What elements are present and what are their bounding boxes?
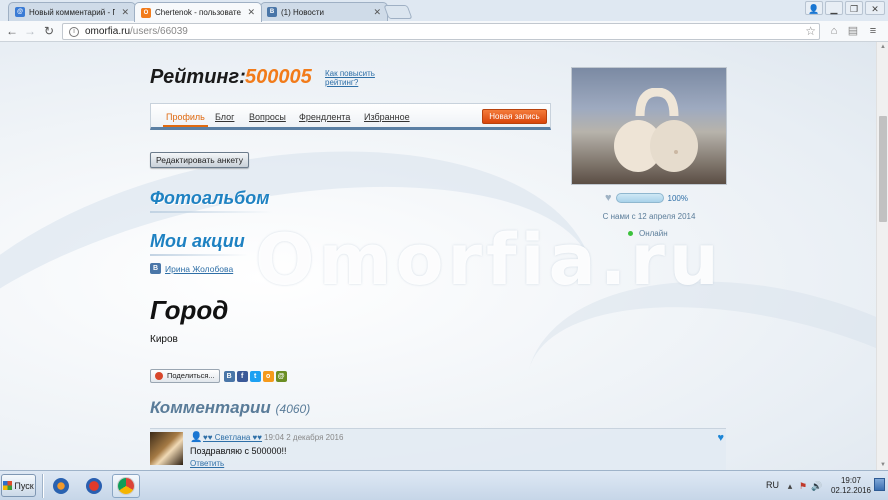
vk-share-icon[interactable]: B (223, 370, 235, 382)
page-viewport: Omorfia.ru Рейтинг: 500005 Как повысить … (0, 42, 876, 470)
my-promos-heading[interactable]: Мои акции (150, 231, 248, 256)
bookmark-star-icon[interactable]: ☆ (805, 24, 816, 38)
app-icon (86, 478, 102, 494)
taskbar-media-player[interactable] (47, 474, 75, 498)
odnoklassniki-share-icon[interactable]: o (262, 370, 274, 382)
user-icon[interactable]: 👤 (805, 1, 823, 15)
comments-heading: Комментарии (4060) (150, 398, 310, 418)
tab-title: (1) Новости (281, 7, 324, 17)
system-clock[interactable]: 19:07 02.12.2016 (829, 476, 873, 496)
windows-logo-icon (3, 481, 13, 490)
forward-button[interactable]: → (22, 23, 38, 39)
share-row: Поделиться... B f t o @ (150, 369, 289, 383)
vk-profile-link[interactable]: B Ирина Жолобова (150, 263, 233, 274)
mail-icon: @ (15, 7, 25, 17)
start-button[interactable]: Пуск (1, 474, 36, 497)
info-icon[interactable]: i (69, 26, 79, 37)
comments-heading-label: Комментарии (150, 398, 271, 417)
vk-icon: B (267, 7, 277, 17)
chrome-icon (118, 478, 134, 494)
facebook-share-icon[interactable]: f (236, 370, 248, 382)
minimize-button[interactable]: ▁ (825, 1, 843, 15)
comment-item: 👤 ♥♥ Светлана ♥♥ 19:04 2 декабря 2016 По… (150, 428, 726, 470)
scroll-up-icon[interactable]: ▲ (877, 42, 888, 52)
menu-icon[interactable]: ≡ (866, 24, 880, 38)
start-label: Пуск (14, 480, 34, 491)
language-indicator[interactable]: RU (766, 480, 779, 490)
clock-time: 19:07 (840, 476, 862, 485)
profile-content: Рейтинг: 500005 Как повысить рейтинг? Пр… (150, 42, 726, 470)
media-player-icon (53, 478, 69, 494)
profile-tabs: Профиль Блог Вопросы Френдлента Избранно… (150, 103, 551, 130)
url-host: omorfia.ru (85, 26, 131, 37)
scroll-down-icon[interactable]: ▼ (877, 460, 888, 470)
share-icon (155, 372, 163, 380)
tab-questions[interactable]: Вопросы (249, 112, 286, 122)
user-icon: 👤 (190, 432, 203, 443)
comment-text: Поздравляю с 500000!! (190, 446, 287, 456)
how-to-improve-rating-link[interactable]: Как повысить рейтинг? (325, 69, 385, 87)
browser-tab-strip: @ Новый комментарий - Поч ✕ O Chertenok … (0, 0, 888, 22)
tab-omorfia[interactable]: O Chertenok - пользовател ✕ (134, 2, 262, 22)
tab-title: Chertenok - пользовател (155, 8, 242, 17)
tab-blog[interactable]: Блог (215, 112, 234, 122)
security-tray-icon[interactable]: ⚑ (798, 481, 808, 491)
extension-icon[interactable]: ⌂ (827, 24, 841, 38)
tab-favorites[interactable]: Избранное (364, 112, 410, 122)
maximize-button[interactable]: ❐ (845, 1, 863, 15)
edit-profile-button[interactable]: Редактировать анкету (150, 152, 249, 168)
tray-arrow-icon[interactable]: ▴ (785, 481, 795, 491)
city-heading: Город (150, 295, 229, 325)
moimir-share-icon[interactable]: @ (275, 370, 287, 382)
tab-friend-feed[interactable]: Френдлента (299, 112, 350, 122)
tab-vk-news[interactable]: B (1) Новости ✕ (260, 2, 388, 21)
windows-taskbar: Пуск RU ▴ ⚑ 🔊 19:07 02.12.2016 (0, 470, 888, 500)
omorfia-icon: O (141, 7, 151, 18)
close-window-button[interactable]: ✕ (865, 1, 885, 15)
url-path: /users/66039 (130, 26, 188, 37)
address-bar[interactable]: i omorfia.ru /users/66039 ☆ (62, 23, 820, 40)
clock-date: 02.12.2016 (830, 486, 872, 495)
twitter-share-icon[interactable]: t (249, 370, 261, 382)
browser-toolbar: ← → ↻ i omorfia.ru /users/66039 ☆ ⌂ ▤ ≡ (0, 21, 888, 42)
close-icon[interactable]: ✕ (121, 7, 129, 18)
avatar[interactable] (150, 432, 183, 465)
extension-icon[interactable]: ▤ (846, 24, 860, 38)
scroll-thumb[interactable] (879, 116, 887, 222)
city-value: Киров (150, 334, 178, 345)
new-post-button[interactable]: Новая запись (482, 109, 547, 124)
close-icon[interactable]: ✕ (247, 7, 255, 18)
taskbar-divider (42, 474, 44, 498)
close-icon[interactable]: ✕ (373, 7, 381, 18)
comment-author[interactable]: ♥♥ Светлана ♥♥ (203, 433, 262, 442)
photo-album-heading[interactable]: Фотоальбом (150, 188, 273, 213)
tab-mail[interactable]: @ Новый комментарий - Поч ✕ (8, 2, 136, 21)
comments-count: (4060) (275, 402, 311, 416)
volume-icon[interactable]: 🔊 (811, 481, 822, 491)
new-tab-button[interactable] (383, 5, 413, 19)
rating-label: Рейтинг: (150, 66, 246, 88)
heart-icon[interactable]: ♥ (717, 432, 724, 444)
share-label: Поделиться... (167, 371, 215, 380)
show-desktop-button[interactable] (874, 478, 885, 491)
tab-title: Новый комментарий - Поч (29, 7, 115, 17)
vk-icon: B (150, 263, 161, 274)
vk-profile-name: Ирина Жолобова (165, 263, 234, 274)
comment-date: 19:04 2 декабря 2016 (264, 433, 344, 442)
reply-link[interactable]: Ответить (190, 459, 224, 468)
taskbar-app[interactable] (80, 474, 108, 498)
tab-profile[interactable]: Профиль (163, 112, 208, 127)
taskbar-chrome[interactable] (112, 474, 140, 498)
rating-value: 500005 (245, 66, 312, 88)
back-button[interactable]: ← (4, 23, 20, 39)
reload-button[interactable]: ↻ (41, 23, 57, 39)
share-button[interactable]: Поделиться... (150, 369, 220, 383)
page-scrollbar[interactable]: ▲ ▼ (876, 42, 888, 470)
